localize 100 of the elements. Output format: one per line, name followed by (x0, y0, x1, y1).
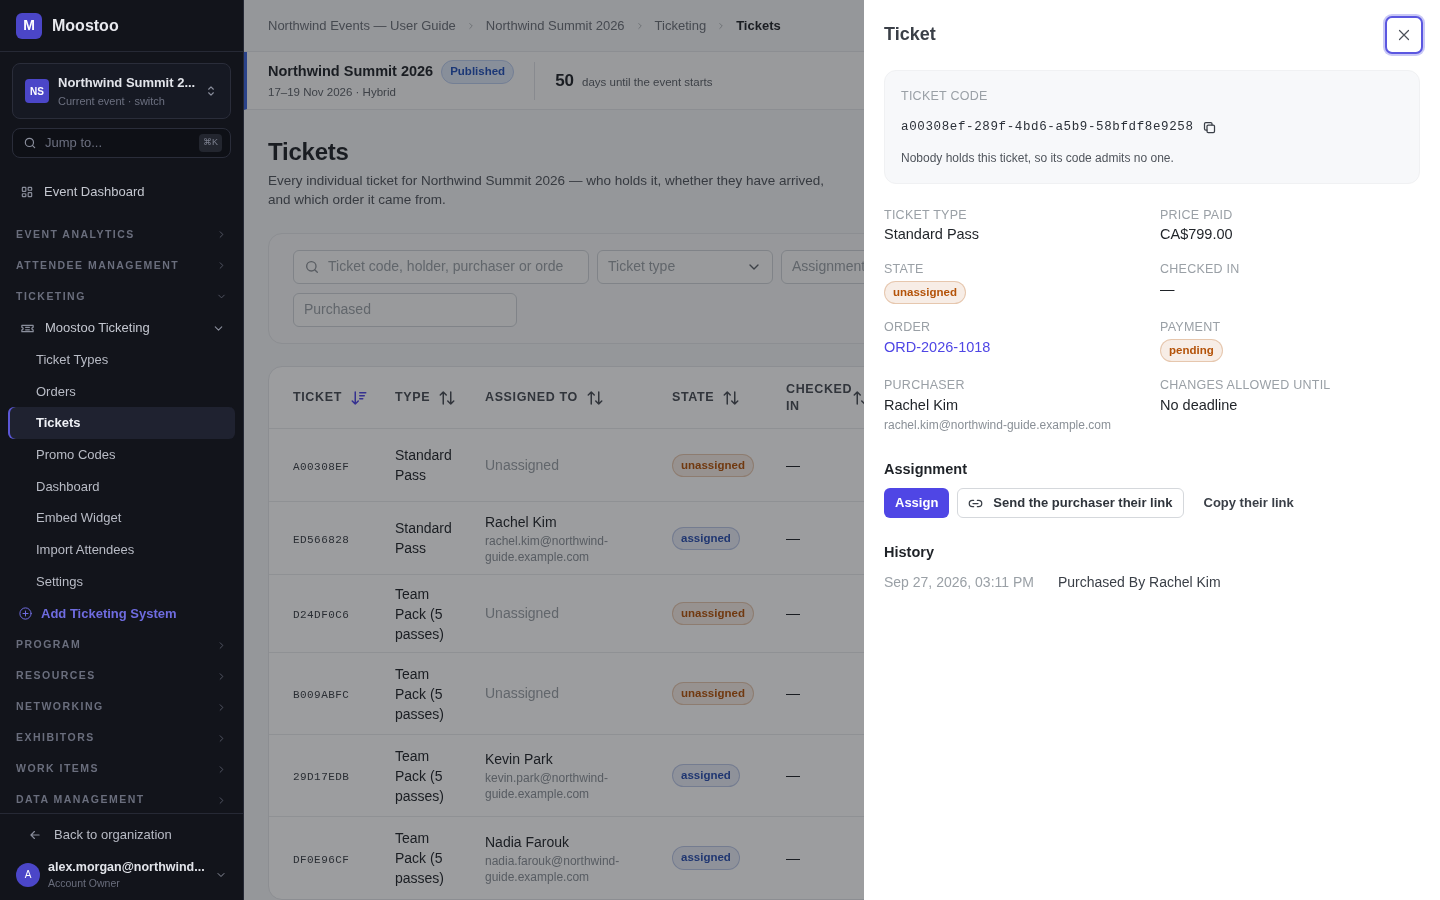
page-description: Every individual ticket for Northwind Summit 2026 — who holds it, whether they have arrived, and which order it came from. (268, 171, 825, 209)
back-link[interactable]: Back to organization (16, 820, 227, 850)
field-label: CHECKED IN (1160, 261, 1241, 278)
app-logo[interactable]: M (16, 12, 42, 39)
field-value: — (1160, 279, 1176, 299)
field-label: CHANGES ALLOWED UNTIL (1160, 377, 1332, 394)
app-name: Moostoo (52, 15, 119, 36)
order-link[interactable]: ORD-2026-1018 (884, 338, 991, 355)
search-icon (23, 136, 37, 150)
holder-name: Unassigned (485, 684, 560, 704)
nav-subitem[interactable]: Orders (8, 375, 235, 408)
ticket-code[interactable]: B009ABFC (293, 689, 350, 702)
jump-input[interactable]: Jump to... (45, 133, 191, 153)
field-value: Standard Pass (884, 225, 981, 245)
ticket-type: Team Pack (5 passes) (395, 829, 446, 889)
checked-in-value: — (786, 529, 800, 546)
section-header[interactable]: NETWORKING (8, 691, 235, 723)
grid-icon (20, 185, 34, 199)
ticket-code: a00308ef-289f-4bd6-a5b9-58bfdf8e9258 (901, 118, 1194, 136)
event-avatar: NS (25, 79, 49, 103)
section-header[interactable]: PROGRAM (8, 629, 235, 661)
countdown-number: 50 (555, 69, 575, 92)
send-link-button[interactable]: Send the purchaser their link (957, 488, 1184, 518)
user-email: alex.morgan@northwind... (48, 858, 206, 876)
nav-group[interactable]: Moostoo Ticketing (8, 312, 235, 344)
copy-button[interactable] (1201, 119, 1217, 135)
ticket-type-input[interactable]: Ticket type (608, 256, 738, 278)
ticket-code[interactable]: A00308EF (293, 460, 350, 473)
holder-email: rachel.kim@northwind-guide.example.com (485, 532, 609, 565)
column-header[interactable]: ASSIGNED TO (485, 388, 578, 407)
field-label: STATE (884, 261, 925, 278)
plus-circle-icon (18, 606, 33, 621)
field-label: TICKET TYPE (884, 206, 968, 224)
field-value: Rachel Kim (884, 395, 960, 415)
event-subtitle: Current event · switch (58, 93, 166, 109)
event-title: Northwind Summit 2026 (268, 62, 434, 81)
status-badge: Published (441, 60, 515, 84)
holder-name: Unassigned (485, 604, 560, 624)
ticket-type-select[interactable]: Ticket type (597, 249, 773, 284)
ticket-code[interactable]: ED566828 (293, 533, 350, 546)
section-header[interactable]: EVENT ANALYTICS (8, 219, 235, 250)
ticket-code[interactable]: DF0E96CF (293, 853, 350, 866)
checked-in-value: — (786, 456, 800, 473)
section-header[interactable]: TICKETING (8, 281, 235, 312)
section-header[interactable]: RESOURCES (8, 660, 235, 692)
history-time: Sep 27, 2026, 03:11 PM (884, 572, 1034, 592)
nav-subitem[interactable]: Tickets (8, 407, 235, 440)
countdown-label: days until the event starts (582, 74, 713, 90)
event-name: Northwind Summit 2... (58, 74, 195, 92)
field-value: No deadline (1160, 395, 1239, 415)
field-label: PURCHASER (884, 377, 966, 394)
nav-subitem[interactable]: Import Attendees (8, 534, 235, 566)
purchased-field[interactable]: Purchased (293, 292, 517, 327)
jump-field[interactable]: Jump to... ⌘K (12, 128, 231, 158)
section-header[interactable]: DATA MANAGEMENT (8, 784, 235, 813)
nav-item[interactable]: Event Dashboard (8, 176, 235, 208)
drawer-title: Ticket (884, 24, 936, 46)
status-badge: unassigned (884, 280, 966, 304)
ticket-type: Team Pack (5 passes) (395, 664, 446, 724)
history-text: Purchased By Rachel Kim (1057, 572, 1221, 592)
code-note: Nobody holds this ticket, so its code admits no one. (901, 149, 1175, 167)
shortcut-hint: ⌘K (199, 134, 222, 152)
purchased-input[interactable]: Purchased (304, 299, 506, 321)
breadcrumb[interactable]: Northwind Summit 2026 (485, 15, 625, 36)
holder-email: kevin.park@northwind-guide.example.com (485, 770, 609, 803)
search-field[interactable]: Ticket code, holder, purchaser or orde (293, 249, 589, 284)
nav-subitem[interactable]: Settings (8, 565, 235, 598)
section-header[interactable]: ATTENDEE MANAGEMENT (8, 250, 235, 281)
close-button[interactable] (1385, 16, 1423, 54)
nav-subitem[interactable]: Embed Widget (8, 502, 235, 535)
breadcrumb[interactable]: Ticketing (654, 15, 707, 36)
column-header[interactable]: TYPE (395, 388, 431, 407)
assign-button[interactable]: Assign (884, 488, 950, 518)
breadcrumb[interactable]: Northwind Events — User Guide (268, 15, 456, 36)
checked-in-value: — (786, 685, 800, 702)
purchaser-email: rachel.kim@northwind-guide.example.com (884, 416, 1112, 433)
search-icon (304, 258, 320, 275)
user-avatar: A (16, 862, 40, 887)
holder-name: Kevin Park (485, 750, 554, 770)
checked-in-value: — (786, 767, 800, 784)
add-link[interactable]: Add Ticketing System (8, 597, 235, 630)
ticket-code[interactable]: D24DF0C6 (293, 609, 350, 622)
ticket-type: Standard Pass (395, 446, 453, 486)
ticket-type: Team Pack (5 passes) (395, 584, 446, 644)
column-header[interactable]: TICKET (293, 388, 342, 407)
ticket-code[interactable]: 29D17EDB (293, 771, 350, 784)
account-menu[interactable]: A alex.morgan@northwind... Account Owner (16, 857, 227, 892)
nav-subitem[interactable]: Promo Codes (8, 439, 235, 471)
field-label: PAYMENT (1160, 319, 1222, 336)
copy-link-button[interactable]: Copy their link (1195, 489, 1302, 517)
column-header[interactable]: STATE (672, 388, 715, 407)
nav-subitem[interactable]: Ticket Types (8, 344, 235, 376)
holder-email: nadia.farouk@northwind-guide.example.com (485, 852, 621, 885)
checked-in-value: — (786, 605, 800, 622)
event-switcher[interactable]: NS Northwind Summit 2... Current event · switch (12, 63, 231, 119)
search-input[interactable]: Ticket code, holder, purchaser or orde (328, 256, 578, 278)
section-header[interactable]: EXHIBITORS (8, 722, 235, 754)
section-header[interactable]: WORK ITEMS (8, 753, 235, 785)
field-label: TICKET CODE (901, 88, 989, 105)
nav-subitem[interactable]: Dashboard (8, 470, 235, 503)
